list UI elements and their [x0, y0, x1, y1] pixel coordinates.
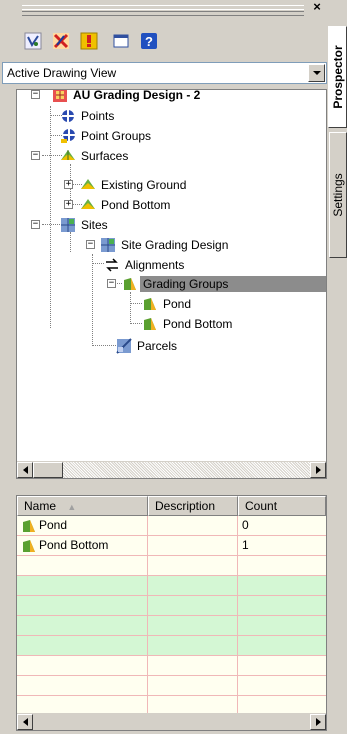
- points-icon: [62, 110, 74, 122]
- chevron-left-icon: [22, 466, 28, 474]
- view-select-value: Active Drawing View: [7, 66, 117, 80]
- chevron-right-icon: [315, 466, 321, 474]
- tree-node-surfaces[interactable]: Surfaces: [60, 146, 131, 166]
- tree-horizontal-scrollbar[interactable]: [17, 461, 326, 478]
- tree-node-existing-ground[interactable]: Existing Ground: [80, 175, 189, 195]
- tab-settings[interactable]: Settings: [329, 132, 347, 258]
- tree-node-alignments[interactable]: Alignments: [104, 255, 187, 275]
- tab-settings-label: Settings: [331, 173, 345, 217]
- chevron-down-icon: [312, 70, 321, 75]
- collapse-surfaces-toggle[interactable]: −: [31, 151, 40, 160]
- collapse-sites-toggle[interactable]: −: [31, 220, 40, 229]
- empty-row: [17, 636, 326, 656]
- grading-group-icon: [124, 278, 136, 290]
- empty-row: [17, 596, 326, 616]
- surfaces-icon: [61, 150, 75, 160]
- empty-row: [17, 656, 326, 676]
- tree-node-pond-bottom[interactable]: Pond Bottom: [142, 314, 235, 334]
- svg-text:?: ?: [145, 34, 153, 49]
- tree-node-root[interactable]: AU Grading Design - 2: [52, 89, 203, 105]
- tree-node-alignments-label: Alignments: [125, 258, 185, 272]
- tree-node-points-label: Points: [81, 109, 115, 123]
- empty-row: [17, 676, 326, 696]
- column-header-description[interactable]: Description: [148, 496, 238, 516]
- panel-splitter[interactable]: [16, 486, 327, 491]
- tree-node-parcels[interactable]: Parcels: [116, 336, 180, 356]
- empty-row: [17, 616, 326, 636]
- parcels-icon: [116, 338, 132, 354]
- chevron-right-icon: [315, 718, 321, 726]
- tree-node-point-groups[interactable]: Point Groups: [60, 126, 154, 146]
- tab-prospector-label: Prospector: [330, 45, 345, 109]
- empty-row: [17, 556, 326, 576]
- tree-node-root-label: AU Grading Design - 2: [73, 89, 201, 102]
- scroll-left-button[interactable]: [17, 462, 33, 478]
- tree-node-points[interactable]: Points: [60, 106, 117, 126]
- tree-node-pond-bottom-surface-label: Pond Bottom: [101, 198, 171, 212]
- site-icon: [101, 238, 115, 252]
- grading-group-icon: [23, 539, 35, 552]
- surface-icon: [81, 179, 95, 189]
- alignments-icon: [106, 258, 118, 272]
- sites-icon: [61, 218, 75, 232]
- tree-node-pond-label: Pond: [163, 297, 192, 311]
- sort-ascending-icon: ▲: [67, 502, 77, 512]
- column-header-name[interactable]: Name ▲: [17, 496, 148, 516]
- panel-grip[interactable]: [22, 5, 304, 16]
- item-view-icon[interactable]: [50, 30, 72, 52]
- surface-icon: [81, 199, 95, 209]
- point-groups-icon: [61, 129, 75, 143]
- empty-row: [17, 576, 326, 596]
- tree-node-existing-ground-label: Existing Ground: [101, 178, 187, 192]
- scroll-right-button[interactable]: [310, 714, 326, 730]
- tree-node-surfaces-label: Surfaces: [81, 149, 129, 163]
- collapse-site-grading-toggle[interactable]: −: [86, 240, 95, 249]
- expand-pond-bottom-surface-toggle[interactable]: +: [64, 200, 73, 209]
- list-horizontal-scrollbar[interactable]: [17, 713, 326, 730]
- column-header-count[interactable]: Count: [238, 496, 326, 516]
- view-select-dropdown-button[interactable]: [308, 64, 325, 82]
- warning-icon[interactable]: [78, 30, 100, 52]
- grading-group-icon: [144, 318, 156, 330]
- column-header-name-label: Name: [24, 499, 57, 513]
- drawing-icon: [53, 90, 67, 102]
- tree-node-pond-bottom-surface[interactable]: Pond Bottom: [80, 195, 173, 215]
- tree-node-pond-bottom-label: Pond Bottom: [163, 317, 233, 331]
- tree-node-parcels-label: Parcels: [137, 339, 178, 353]
- tree-node-sites-label: Sites: [81, 218, 108, 232]
- collapse-grading-groups-toggle[interactable]: −: [107, 279, 116, 288]
- grading-group-icon: [144, 298, 156, 310]
- collapse-root-toggle[interactable]: −: [31, 90, 40, 99]
- expand-existing-ground-toggle[interactable]: +: [64, 180, 73, 189]
- scroll-right-button[interactable]: [310, 462, 326, 478]
- table-row[interactable]: Pond Bottom 1: [17, 536, 326, 556]
- item-list[interactable]: Name ▲ Description Count Pond 0 Pond Bot…: [16, 495, 327, 731]
- tree-node-site-grading-design[interactable]: Site Grading Design: [100, 235, 231, 255]
- tree-node-sites[interactable]: Sites: [60, 215, 111, 235]
- row-count: 0: [242, 518, 249, 532]
- column-header-description-label: Description: [155, 499, 216, 513]
- view-select[interactable]: Active Drawing View: [2, 62, 327, 84]
- row-name: Pond: [39, 518, 68, 532]
- panorama-icon[interactable]: [110, 30, 132, 52]
- tree-node-site-grading-label: Site Grading Design: [121, 238, 229, 252]
- grading-group-icon: [23, 519, 35, 532]
- tree-node-grading-groups[interactable]: Grading Groups: [122, 274, 326, 294]
- close-button[interactable]: ×: [310, 0, 324, 14]
- tree-node-grading-groups-label: Grading Groups: [140, 276, 326, 292]
- tab-prospector[interactable]: Prospector: [328, 26, 347, 128]
- table-row[interactable]: Pond 0: [17, 516, 326, 536]
- tree-node-point-groups-label: Point Groups: [81, 129, 152, 143]
- row-count: 1: [242, 538, 249, 552]
- prospector-mode-icon[interactable]: [22, 30, 44, 52]
- help-icon[interactable]: ?: [138, 30, 160, 52]
- row-name: Pond Bottom: [39, 538, 109, 552]
- scroll-left-button[interactable]: [17, 714, 33, 730]
- prospector-tree[interactable]: − AU Grading Design - 2 Points Point Gro…: [16, 89, 327, 479]
- chevron-left-icon: [22, 718, 28, 726]
- scroll-thumb[interactable]: [33, 462, 63, 478]
- column-header-count-label: Count: [245, 499, 278, 513]
- tree-node-pond[interactable]: Pond: [142, 294, 194, 314]
